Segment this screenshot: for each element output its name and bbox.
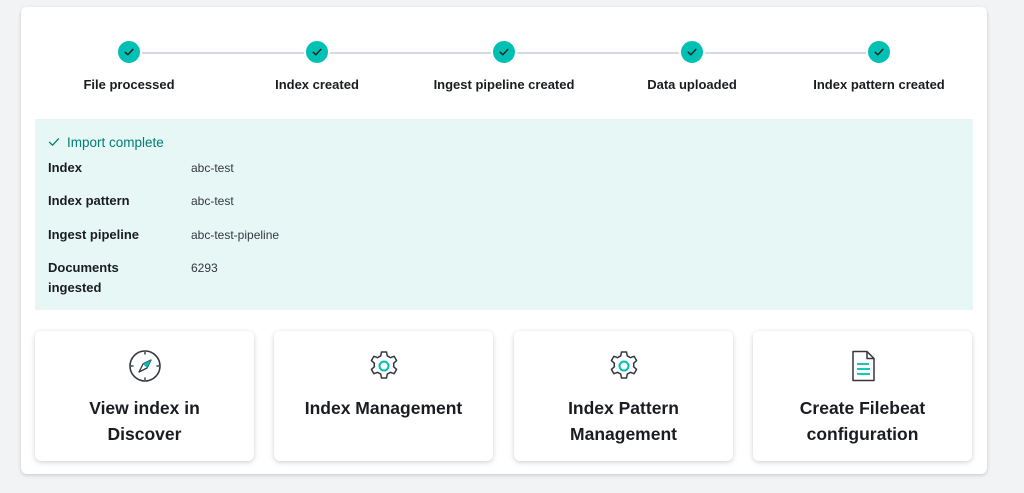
step-ingest-pipeline-created: Ingest pipeline created: [410, 39, 598, 92]
step-label: Index created: [275, 77, 359, 92]
card-title: View index in Discover: [89, 398, 200, 444]
row-key: Index: [48, 160, 82, 175]
index-management-card[interactable]: Index Management: [274, 331, 493, 461]
import-complete-callout: Import complete Index abc-test Index pat…: [35, 119, 973, 310]
row-value: 6293: [191, 261, 218, 275]
step-file-processed: File processed: [35, 39, 223, 92]
step-complete-check-icon: [304, 39, 330, 65]
compass-icon: [128, 349, 162, 383]
gear-icon: [367, 349, 401, 383]
row-value: abc-test-pipeline: [191, 228, 280, 242]
row-key: Documents ingested: [48, 260, 119, 295]
view-index-in-discover-card[interactable]: View index in Discover: [35, 331, 254, 461]
step-label: File processed: [83, 77, 175, 92]
step-complete-check-icon: [679, 39, 705, 65]
callout-title-text: Import complete: [67, 134, 164, 150]
row-value: abc-test: [191, 194, 234, 208]
step-data-uploaded: Data uploaded: [598, 39, 786, 92]
step-complete-check-icon: [866, 39, 892, 65]
row-key: Index pattern: [48, 193, 130, 208]
callout-title: Import complete: [48, 133, 960, 151]
progress-steps: File processed Index created Ingest pipe…: [35, 7, 973, 119]
card-title: Create Filebeat configuration: [799, 398, 926, 444]
step-complete-check-icon: [116, 39, 142, 65]
step-index-created: Index created: [223, 39, 411, 92]
document-icon: [846, 349, 880, 383]
step-label: Data uploaded: [647, 77, 737, 92]
import-results-panel: File processed Index created Ingest pipe…: [21, 7, 987, 474]
step-complete-check-icon: [491, 39, 517, 65]
step-label: Ingest pipeline created: [433, 77, 575, 92]
row-value: abc-test: [191, 161, 234, 175]
row-key: Ingest pipeline: [48, 227, 140, 242]
card-title: Index Pattern Management: [568, 398, 679, 444]
gear-icon: [607, 349, 641, 383]
step-label: Index pattern created: [813, 77, 945, 92]
index-pattern-management-card[interactable]: Index Pattern Management: [514, 331, 733, 461]
card-title: Index Management: [304, 398, 463, 418]
step-index-pattern-created: Index pattern created: [785, 39, 973, 92]
check-icon: [48, 138, 60, 146]
create-filebeat-configuration-card[interactable]: Create Filebeat configuration: [753, 331, 972, 461]
